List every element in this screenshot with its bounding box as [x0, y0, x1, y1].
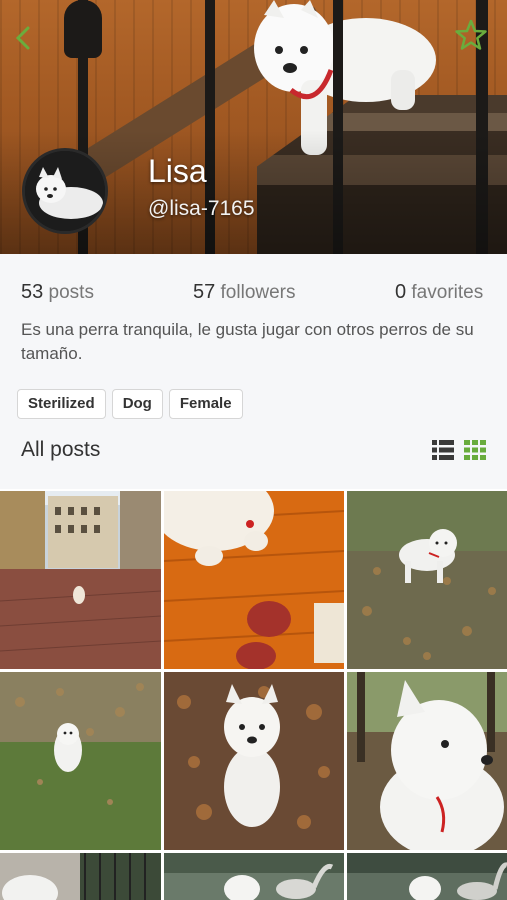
post-thumbnail[interactable] [347, 672, 507, 850]
followers-count: 57 [193, 281, 216, 303]
followers-stat[interactable]: 57 followers [193, 281, 296, 304]
list-view-icon [432, 440, 454, 460]
post-thumbnail[interactable] [0, 491, 161, 669]
post-thumbnail[interactable] [0, 853, 161, 900]
profile-name: Lisa [148, 153, 207, 189]
tag-sterilized[interactable]: Sterilized [17, 389, 106, 419]
tag-dog[interactable]: Dog [111, 389, 163, 419]
dog-swan-pond-photo [164, 853, 344, 900]
railing-knob [64, 0, 102, 58]
post-thumbnail[interactable] [164, 491, 344, 669]
dog-swans-lake-photo [347, 853, 507, 900]
followers-label: followers [220, 282, 296, 303]
favorites-stat[interactable]: 0 favorites [395, 281, 483, 304]
dog-by-fence-photo [0, 853, 161, 900]
dog-closeup-park-photo [347, 672, 507, 850]
favorite-button[interactable] [454, 18, 488, 52]
tag-list: Sterilized Dog Female [17, 389, 243, 419]
grid-view-button[interactable] [464, 440, 486, 460]
posts-stat[interactable]: 53 posts [21, 281, 94, 304]
avatar-dog-image [25, 151, 105, 231]
profile-username: @lisa-7165 [148, 197, 255, 220]
dog-lying-wooden-floor-photo [164, 491, 344, 669]
post-thumbnail[interactable] [164, 853, 344, 900]
back-button[interactable] [10, 22, 38, 54]
post-thumbnail[interactable] [347, 853, 507, 900]
posts-label: posts [48, 282, 94, 303]
post-thumbnail[interactable] [0, 672, 161, 850]
tag-female[interactable]: Female [168, 389, 243, 419]
posts-grid [0, 489, 507, 900]
street-square-dog-photo [0, 491, 161, 669]
star-outline-icon [455, 19, 487, 50]
posts-count: 53 [21, 281, 44, 303]
favorites-label: favorites [411, 282, 484, 303]
chevron-left-icon [15, 26, 30, 50]
favorites-count: 0 [395, 281, 407, 303]
grid-view-icon [464, 440, 486, 460]
profile-bio: Es una perra tranquila, le gusta jugar c… [21, 320, 474, 363]
post-thumbnail[interactable] [347, 491, 507, 669]
profile-panel: 53 posts 57 followers 0 favorites Es una… [0, 254, 507, 489]
avatar[interactable] [22, 148, 108, 234]
section-title: All posts [21, 438, 101, 461]
dog-grass-leaves-photo [0, 672, 161, 850]
dog-standing-leaves-photo [347, 491, 507, 669]
list-view-button[interactable] [432, 440, 454, 460]
dog-autumn-leaves-photo [164, 672, 344, 850]
post-thumbnail[interactable] [164, 672, 344, 850]
